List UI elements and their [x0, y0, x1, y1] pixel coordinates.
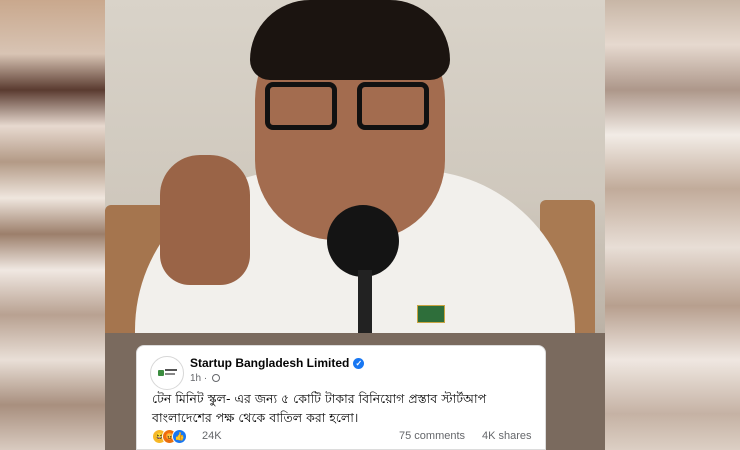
page-avatar[interactable] [150, 356, 184, 390]
speaker-hair [250, 0, 450, 80]
logo-text-line [165, 369, 177, 371]
microphone [327, 205, 399, 277]
like-reaction-icon: 👍 [172, 429, 187, 444]
microphone-stand [358, 270, 372, 333]
speaker-glasses [265, 82, 435, 132]
video-frame[interactable] [105, 0, 605, 333]
page-name-link[interactable]: Startup Bangladesh Limited ✓ [190, 356, 365, 370]
facebook-post-card: Startup Bangladesh Limited ✓ 1h · টেন মিন… [136, 345, 546, 450]
speaker-hand [160, 155, 250, 285]
reaction-count[interactable]: 24K [202, 430, 222, 442]
post-time[interactable]: 1h [190, 373, 201, 384]
blurred-background-left [0, 0, 105, 450]
flag-badge [417, 305, 445, 323]
post-meta: 1h · [190, 373, 221, 384]
page-name[interactable]: Startup Bangladesh Limited [190, 356, 349, 370]
glasses-lens-right [357, 82, 429, 130]
glasses-lens-left [265, 82, 337, 130]
shares-count-link[interactable]: 4K shares [482, 430, 532, 442]
comments-count-link[interactable]: 75 comments [399, 430, 465, 442]
verified-badge-icon: ✓ [353, 358, 365, 369]
logo-mark [158, 370, 164, 376]
post-text: টেন মিনিট স্কুল- এর জন্য ৫ কোটি টাকার বি… [152, 391, 487, 425]
logo-text-line [165, 373, 175, 375]
globe-icon [212, 374, 221, 382]
blurred-background-right [605, 0, 740, 450]
